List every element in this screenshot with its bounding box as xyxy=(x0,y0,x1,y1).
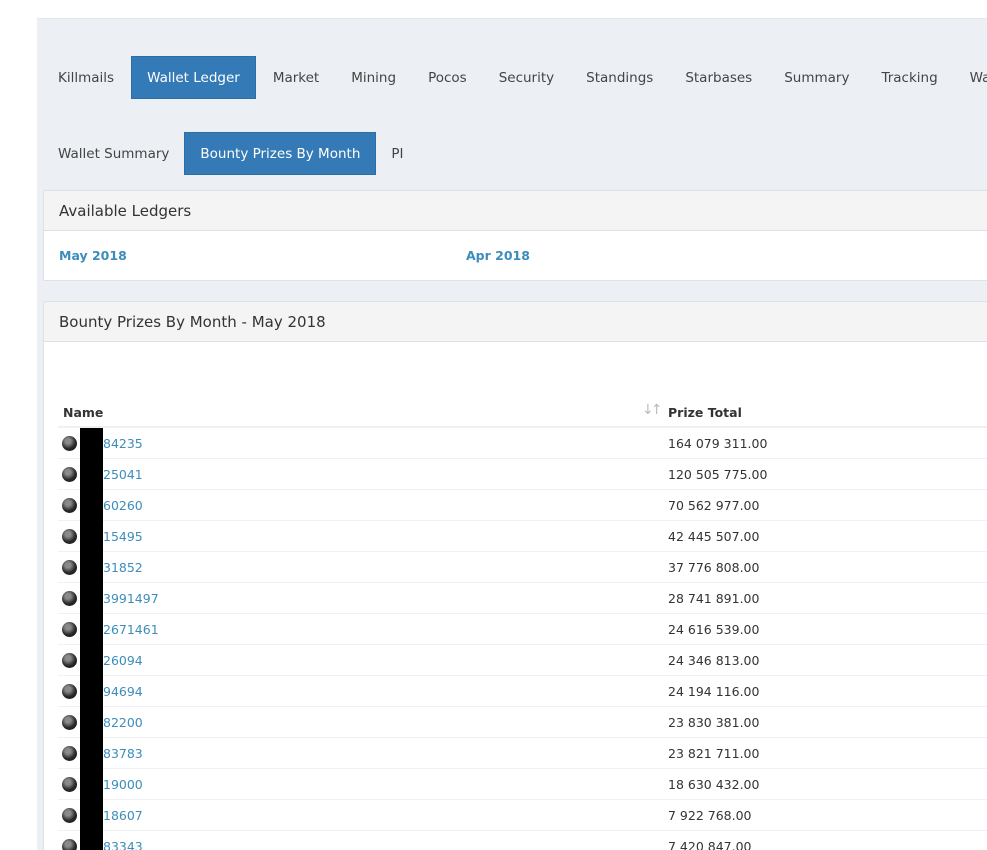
avatar xyxy=(62,529,77,544)
prize-total: 24 616 539.00 xyxy=(668,622,760,637)
character-name-link[interactable]: 83783 xyxy=(103,746,143,761)
avatar xyxy=(62,467,77,482)
table-row: 19000 18 630 432.00 xyxy=(58,769,987,800)
avatar xyxy=(62,684,77,699)
avatar xyxy=(62,653,77,668)
tab-killmails[interactable]: Killmails xyxy=(43,56,129,99)
prize-total: 70 562 977.00 xyxy=(668,498,760,513)
tab-bar-secondary: Wallet Summary Bounty Prizes By Month PI xyxy=(43,132,419,175)
avatar xyxy=(62,777,77,792)
character-name-link[interactable]: 31852 xyxy=(103,560,143,575)
tab-wallet[interactable]: Wallet xyxy=(955,56,987,99)
table-row: 60260 70 562 977.00 xyxy=(58,490,987,521)
avatar xyxy=(62,591,77,606)
prize-total: 7 420 847.00 xyxy=(668,839,752,850)
prize-total: 28 741 891.00 xyxy=(668,591,760,606)
tab-tracking[interactable]: Tracking xyxy=(866,56,952,99)
character-name-link[interactable]: 26094 xyxy=(103,653,143,668)
redaction-bar xyxy=(80,676,103,707)
table-row: 18607 7 922 768.00 xyxy=(58,800,987,831)
redaction-bar xyxy=(80,583,103,614)
character-name-link[interactable]: 82200 xyxy=(103,715,143,730)
redaction-bar xyxy=(80,614,103,645)
avatar xyxy=(62,498,77,513)
prize-total: 23 830 381.00 xyxy=(668,715,760,730)
character-name-link[interactable]: 60260 xyxy=(103,498,143,513)
table-row: 84235 164 079 311.00 xyxy=(58,428,987,459)
character-name-link[interactable]: 19000 xyxy=(103,777,143,792)
prize-total: 164 079 311.00 xyxy=(668,436,768,451)
character-name-link[interactable]: 2671461 xyxy=(103,622,159,637)
table-row: 2671461 24 616 539.00 xyxy=(58,614,987,645)
column-header-prize-total[interactable]: Prize Total xyxy=(668,405,742,420)
prize-total: 37 776 808.00 xyxy=(668,560,760,575)
table-row: 82200 23 830 381.00 xyxy=(58,707,987,738)
redaction-bar xyxy=(80,769,103,800)
avatar xyxy=(62,436,77,451)
table-row: 15495 42 445 507.00 xyxy=(58,521,987,552)
character-name-link[interactable]: 83343 xyxy=(103,839,143,850)
redaction-bar xyxy=(80,645,103,676)
tab-security[interactable]: Security xyxy=(484,56,569,99)
tab-standings[interactable]: Standings xyxy=(571,56,668,99)
table-row: 83343 7 420 847.00 xyxy=(58,831,987,850)
tab-starbases[interactable]: Starbases xyxy=(670,56,767,99)
tab-bounty-prizes-by-month[interactable]: Bounty Prizes By Month xyxy=(184,132,377,175)
table-header: Name ↓↑ Prize Total xyxy=(58,398,987,428)
redaction-bar xyxy=(80,552,103,583)
avatar xyxy=(62,839,77,850)
table-row: 25041 120 505 775.00 xyxy=(58,459,987,490)
redaction-bar xyxy=(80,707,103,738)
ledger-link-may-2018[interactable]: May 2018 xyxy=(59,248,127,263)
avatar xyxy=(62,808,77,823)
ledger-link-apr-2018[interactable]: Apr 2018 xyxy=(466,248,530,263)
tab-market[interactable]: Market xyxy=(258,56,334,99)
redaction-bar xyxy=(80,459,103,490)
character-name-link[interactable]: 3991497 xyxy=(103,591,159,606)
tab-pi[interactable]: PI xyxy=(376,132,418,175)
redaction-bar xyxy=(80,800,103,831)
tab-summary[interactable]: Summary xyxy=(769,56,864,99)
character-name-link[interactable]: 25041 xyxy=(103,467,143,482)
redaction-bar xyxy=(80,738,103,769)
prize-total: 24 194 116.00 xyxy=(668,684,760,699)
redaction-bar xyxy=(80,428,103,459)
avatar xyxy=(62,560,77,575)
column-header-name[interactable]: Name xyxy=(63,405,103,420)
prize-total: 18 630 432.00 xyxy=(668,777,760,792)
redaction-bar xyxy=(80,490,103,521)
prize-total: 24 346 813.00 xyxy=(668,653,760,668)
panel-title: Available Ledgers xyxy=(44,191,987,231)
tab-wallet-ledger[interactable]: Wallet Ledger xyxy=(131,56,256,99)
panel-title: Bounty Prizes By Month - May 2018 xyxy=(44,302,987,342)
avatar xyxy=(62,746,77,761)
redaction-bar xyxy=(80,831,103,850)
table-row: 94694 24 194 116.00 xyxy=(58,676,987,707)
prize-total: 7 922 768.00 xyxy=(668,808,752,823)
table-row: 26094 24 346 813.00 xyxy=(58,645,987,676)
tab-mining[interactable]: Mining xyxy=(336,56,411,99)
redaction-bar xyxy=(80,521,103,552)
table-row: 83783 23 821 711.00 xyxy=(58,738,987,769)
character-name-link[interactable]: 18607 xyxy=(103,808,143,823)
table-row: 31852 37 776 808.00 xyxy=(58,552,987,583)
tab-wallet-summary[interactable]: Wallet Summary xyxy=(43,132,184,175)
tab-pocos[interactable]: Pocos xyxy=(413,56,482,99)
tab-bar-primary: Killmails Wallet Ledger Market Mining Po… xyxy=(43,56,987,99)
prize-total: 23 821 711.00 xyxy=(668,746,760,761)
avatar xyxy=(62,715,77,730)
character-name-link[interactable]: 84235 xyxy=(103,436,143,451)
prize-total: 120 505 775.00 xyxy=(668,467,768,482)
character-name-link[interactable]: 15495 xyxy=(103,529,143,544)
character-name-link[interactable]: 94694 xyxy=(103,684,143,699)
avatar xyxy=(62,622,77,637)
table-row: 3991497 28 741 891.00 xyxy=(58,583,987,614)
sort-icon[interactable]: ↓↑ xyxy=(642,402,663,418)
prize-total: 42 445 507.00 xyxy=(668,529,760,544)
available-ledgers-panel: Available Ledgers May 2018 Apr 2018 xyxy=(43,190,987,281)
